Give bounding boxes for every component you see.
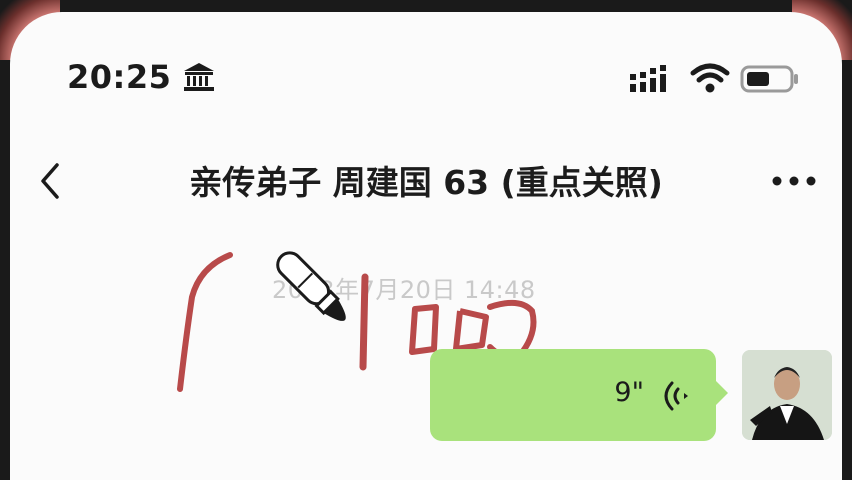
user-avatar[interactable] <box>742 350 832 440</box>
back-button[interactable] <box>28 158 72 204</box>
voice-wave-icon <box>664 381 688 411</box>
battery-icon <box>740 65 798 93</box>
signal-icon <box>630 65 666 92</box>
bank-icon <box>184 63 214 91</box>
chevron-left-icon <box>41 163 59 199</box>
chat-title: 亲传弟子 周建国 63 (重点关照) <box>189 163 663 202</box>
phone-screen: 20:25 亲传弟子 周建国 63 (重点关照) 2023年7月20日 14:4… <box>10 12 842 480</box>
voice-duration: 9" <box>614 377 644 408</box>
wifi-icon <box>690 63 730 93</box>
more-dots-icon <box>772 176 816 186</box>
status-time: 20:25 <box>67 58 172 96</box>
avatar-image <box>742 350 832 440</box>
chat-header: 亲传弟子 周建国 63 (重点关照) <box>10 140 842 220</box>
voice-message-bubble[interactable]: 9" <box>430 349 728 441</box>
more-button[interactable] <box>766 166 822 196</box>
paintbrush-icon <box>276 251 346 321</box>
status-bar: 20:25 <box>10 12 842 122</box>
